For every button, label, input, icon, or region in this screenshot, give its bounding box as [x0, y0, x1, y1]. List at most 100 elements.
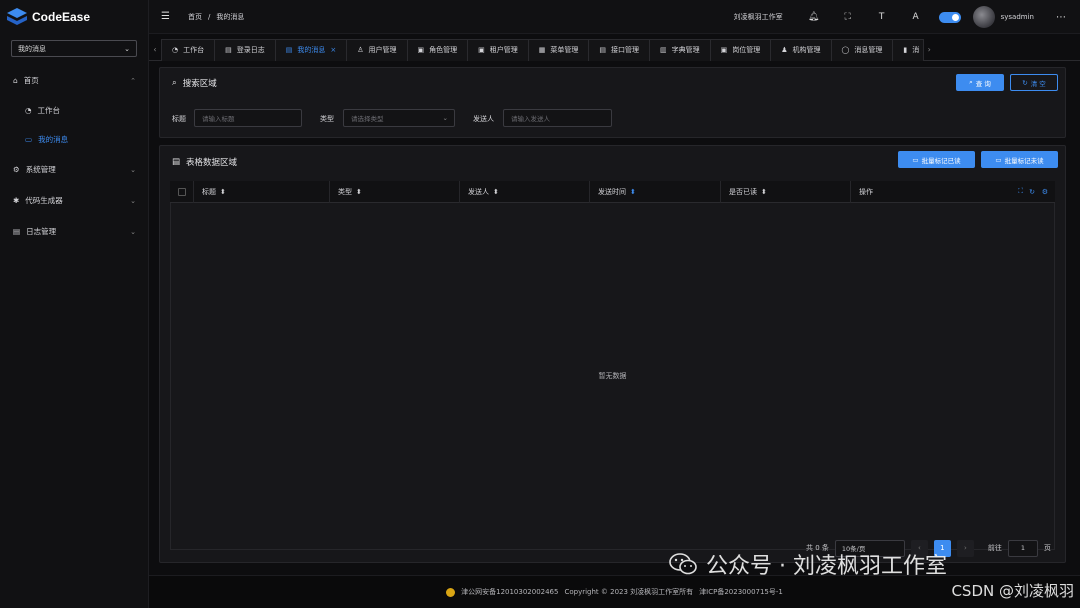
empty-state-text: 暂无数据 — [598, 372, 627, 380]
refresh-icon[interactable]: ↻ — [1029, 188, 1035, 196]
tab-tenant-management[interactable]: ▣ 租户管理 — [467, 38, 529, 61]
breadcrumb-separator: / — [207, 12, 211, 21]
document-icon: ▤ — [285, 46, 293, 54]
tab-api-management[interactable]: ▤ 接口管理 — [588, 38, 651, 61]
menu-collapse-icon[interactable]: ☰ — [161, 11, 170, 22]
translate-icon[interactable]: A — [899, 12, 933, 22]
sidebar-item-codegen[interactable]: ✱ 代码生成器 ⌄ — [0, 185, 148, 216]
mark-unread-button[interactable]: ▭ 批量标记未读 — [981, 151, 1058, 168]
column-label: 发送人 — [468, 187, 489, 196]
chevron-down-icon: ⌄ — [130, 196, 136, 205]
username[interactable]: sysadmin — [1001, 13, 1034, 21]
sender-placeholder: 请输入发送人 — [511, 115, 550, 123]
column-label: 操作 — [859, 187, 873, 196]
sidebar-item-system[interactable]: ⚙ 系统管理 ⌄ — [0, 154, 148, 185]
tab-workbench[interactable]: ◔ 工作台 — [161, 38, 216, 61]
sidebar-item-home[interactable]: ⌂ 首页 ⌃ — [0, 65, 148, 96]
column-label: 发送时间 — [598, 187, 626, 196]
tenant-icon: ▣ — [720, 46, 728, 54]
mark-read-button[interactable]: ▭ 批量标记已读 — [898, 151, 975, 168]
police-record-link[interactable]: 津公网安备12010302002465 — [461, 587, 558, 597]
wechat-icon — [669, 553, 697, 575]
tab-truncated[interactable]: ▮ 消 — [892, 38, 925, 61]
column-header-sender[interactable]: 发送人 ⬍ — [460, 180, 590, 203]
sidebar-item-workbench[interactable]: ◔ 工作台 — [0, 96, 148, 125]
goto-value: 1 — [1020, 544, 1025, 552]
settings-icon[interactable]: ⚙ — [1042, 188, 1048, 196]
menu-select-value: 我的消息 — [18, 44, 46, 53]
document-icon: ▤ — [599, 46, 607, 54]
type-select[interactable]: 请选择类型 ⌄ — [343, 109, 455, 127]
sidebar-item-logs[interactable]: ▤ 日志管理 ⌄ — [0, 216, 148, 247]
search-title-text: 搜索区域 — [182, 79, 217, 89]
book-icon: ▥ — [660, 46, 667, 54]
sender-field-label: 发送人 — [473, 115, 494, 123]
table-icon: ▤ — [172, 157, 181, 167]
table-title-text: 表格数据区域 — [186, 158, 238, 168]
column-header-is-read[interactable]: 是否已读 ⬍ — [721, 180, 851, 203]
tab-label: 角色管理 — [429, 46, 458, 54]
search-icon: ⌕ — [172, 78, 177, 88]
font-size-icon[interactable]: T — [865, 12, 899, 22]
tab-label: 消 — [912, 46, 920, 54]
breadcrumb-item: 我的消息 — [216, 12, 245, 21]
tab-label: 字典管理 — [671, 46, 700, 54]
tab-label: 用户管理 — [368, 46, 397, 54]
query-button[interactable]: ⌕ 查 询 — [956, 74, 1004, 91]
sidebar-item-my-messages[interactable]: ▭ 我的消息 — [0, 125, 148, 154]
message-icon: ▭ — [25, 135, 33, 144]
close-icon[interactable]: × — [330, 46, 336, 54]
breadcrumb-item[interactable]: 首页 — [188, 12, 202, 22]
chevron-down-icon: ⌄ — [130, 165, 136, 174]
tab-dict-management[interactable]: ▥ 字典管理 — [649, 38, 711, 61]
logo[interactable]: CodeEase — [0, 0, 148, 34]
bell-icon[interactable]: 🔔︎ — [797, 12, 831, 22]
column-header-title[interactable]: 标题 ⬍ — [194, 180, 330, 203]
search-panel: ⌕ 搜索区域 ⌕ 查 询 ↻ 清 空 标题 请输入标题 类型 请选择类型 ⌄ 发送人 … — [159, 67, 1066, 138]
tab-post-management[interactable]: ▣ 岗位管理 — [709, 38, 772, 61]
tab-org-management[interactable]: ♟ 机构管理 — [770, 38, 832, 61]
sort-icon: ⬍ — [630, 187, 636, 196]
theme-toggle[interactable] — [938, 11, 961, 23]
more-icon[interactable]: ⋯ — [1056, 12, 1066, 23]
fullscreen-icon[interactable]: ⛶ — [831, 12, 865, 22]
goto-page-input[interactable]: 1 — [1007, 539, 1038, 557]
column-header-type[interactable]: 类型 ⬍ — [330, 180, 460, 203]
search-panel-title: ⌕ 搜索区域 — [172, 77, 217, 89]
icp-record-link[interactable]: 津ICP备2023000715号-1 — [699, 587, 783, 597]
tab-role-management[interactable]: ▣ 角色管理 — [406, 38, 469, 61]
chevron-down-icon: ⌄ — [130, 227, 136, 236]
tab-user-management[interactable]: ♙ 用户管理 — [346, 38, 408, 61]
select-all-checkbox[interactable] — [178, 187, 186, 196]
sidebar-item-label: 日志管理 — [26, 227, 57, 236]
tab-login-log[interactable]: ▤ 登录日志 — [214, 38, 276, 61]
mark-unread-label: 批量标记未读 — [1004, 156, 1044, 165]
tabs-scroll-right-icon[interactable]: › — [923, 45, 935, 54]
title-input[interactable]: 请输入标题 — [194, 109, 302, 127]
chevron-up-icon: ⌃ — [130, 76, 136, 85]
tenant-icon: ▣ — [478, 46, 485, 54]
tab-menu-management[interactable]: ▦ 菜单管理 — [527, 38, 590, 61]
sidebar-item-label: 工作台 — [37, 106, 61, 115]
logo-icon — [7, 8, 27, 25]
menu-search-select[interactable]: 我的消息 ⌄ — [11, 40, 137, 57]
sort-icon: ⬍ — [493, 187, 499, 196]
sidebar: CodeEase 我的消息 ⌄ ⌂ 首页 ⌃ ◔ 工作台 ▭ 我的消息 ⚙ 系统… — [0, 0, 149, 608]
sender-input[interactable]: 请输入发送人 — [503, 109, 612, 127]
reset-button[interactable]: ↻ 清 空 — [1010, 74, 1058, 91]
fullscreen-icon[interactable]: ⛶ — [1018, 187, 1023, 196]
tabs-scroll-left-icon[interactable]: ‹ — [149, 45, 161, 54]
tab-my-messages[interactable]: ▤ 我的消息 × — [274, 38, 348, 61]
search-icon: ⌕ — [969, 78, 973, 86]
tab-message-management[interactable]: ◯ 消息管理 — [830, 38, 894, 61]
tab-label: 工作台 — [183, 46, 205, 54]
column-label: 标题 — [202, 187, 216, 196]
column-header-send-time[interactable]: 发送时间 ⬍ — [590, 180, 721, 203]
next-page-button[interactable]: › — [956, 539, 974, 557]
refresh-icon: ↻ — [1022, 78, 1028, 87]
tab-bar: ‹ ◔ 工作台 ▤ 登录日志 ▤ 我的消息 × ♙ 用户管理 ▣ 角色管理 ▣ 租户管理 ▦ 菜… — [149, 38, 1080, 61]
column-header-actions: 操作 ⛶ ↻ ⚙ — [851, 181, 1055, 203]
dashboard-icon: ◔ — [25, 106, 32, 115]
avatar[interactable] — [972, 6, 995, 28]
copyright-text: Copyright © 2023 刘凌枫羽工作室所有 — [564, 588, 694, 596]
